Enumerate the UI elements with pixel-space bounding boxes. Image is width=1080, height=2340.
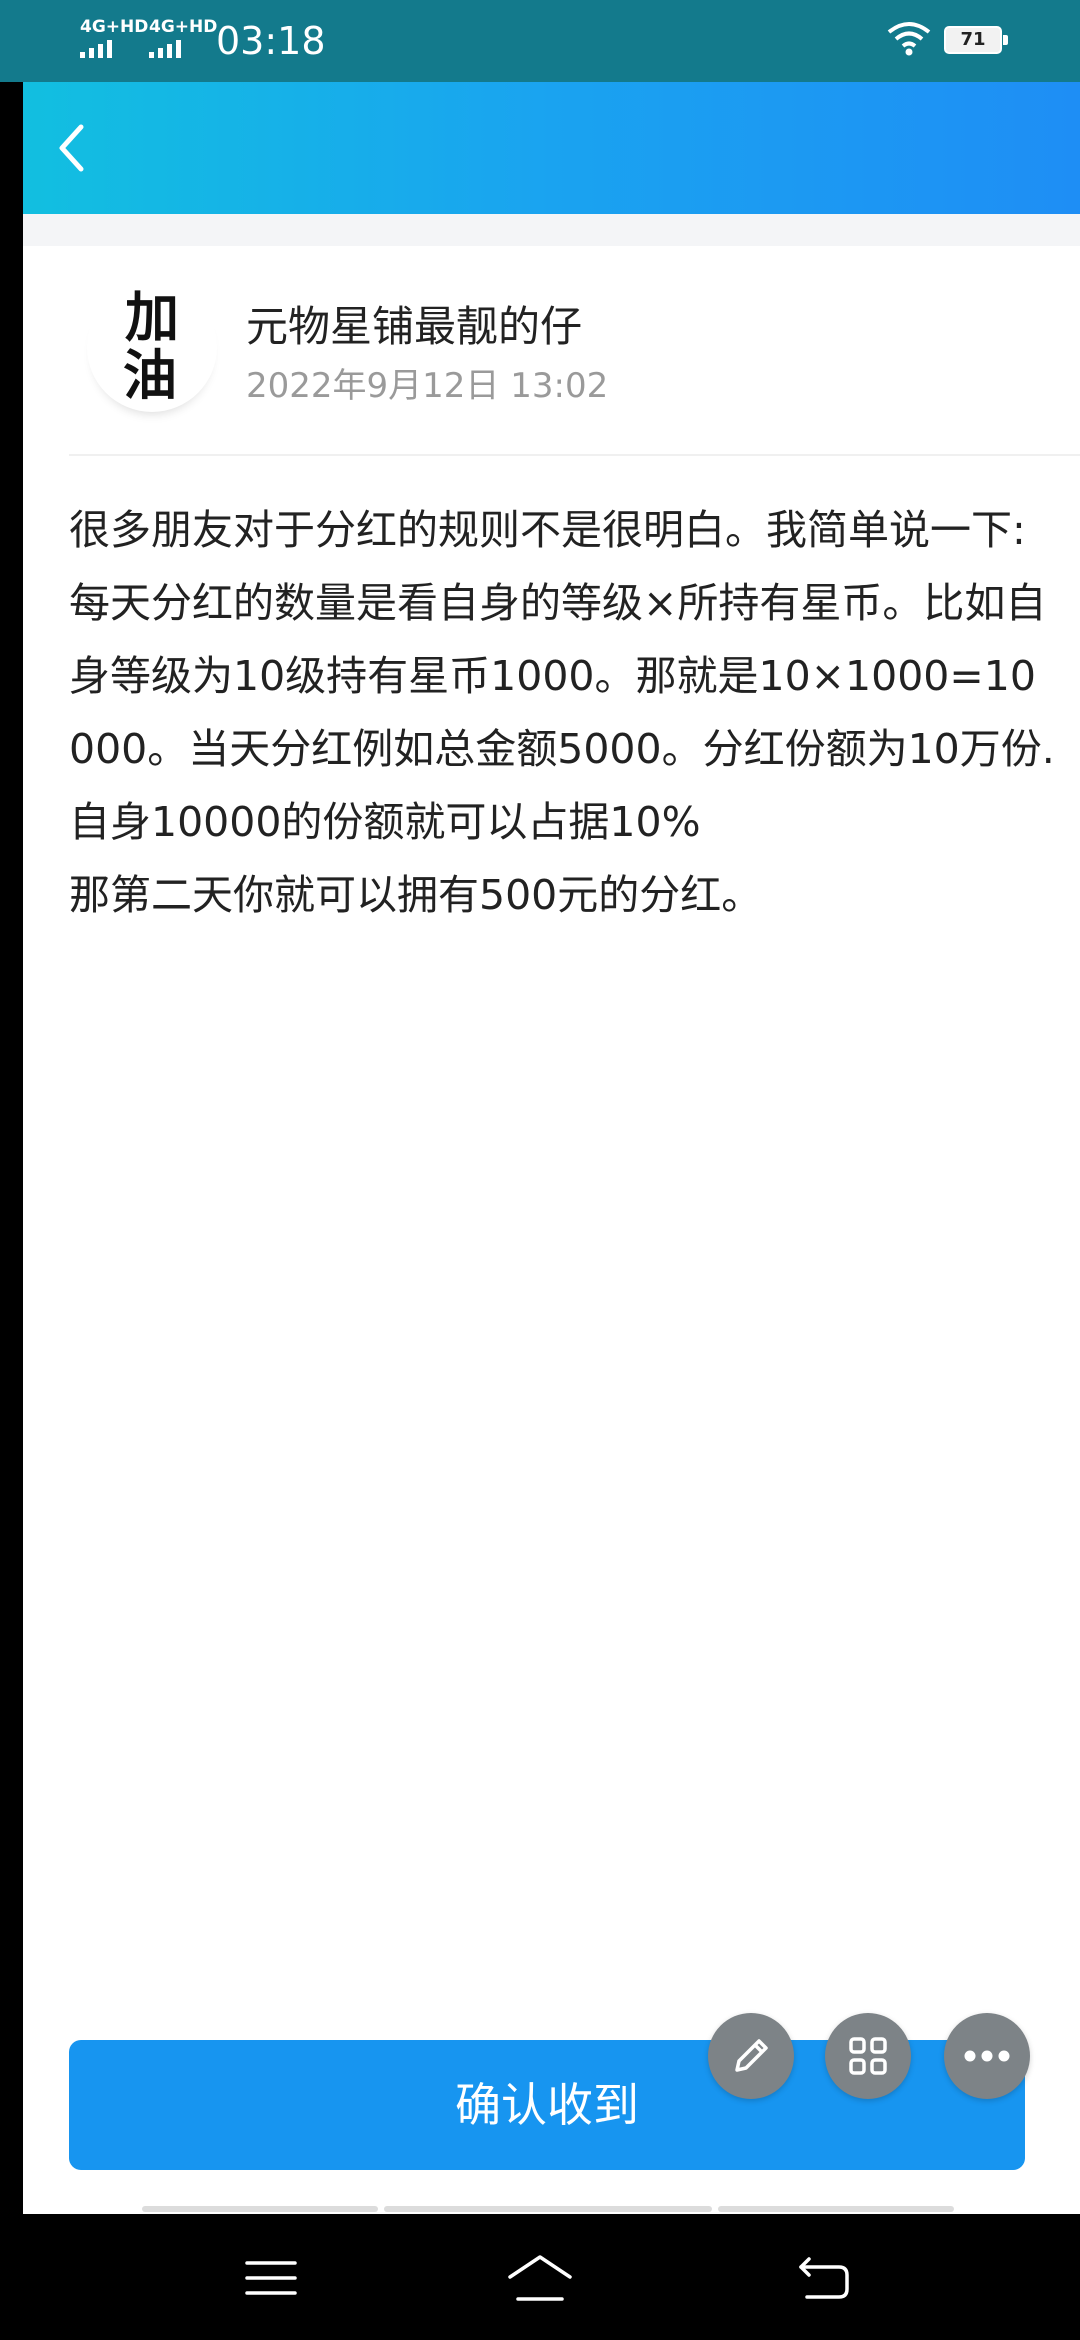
network-type-label: 4G+HD (80, 17, 149, 37)
edit-button[interactable] (708, 2013, 794, 2099)
app-header (23, 82, 1080, 214)
signal-indicator-1: 4G+HD (80, 18, 148, 58)
pencil-icon (735, 2039, 768, 2072)
wifi-icon (887, 22, 931, 56)
avatar-char: 油 (123, 343, 177, 407)
back-button[interactable] (43, 120, 99, 176)
clock: 03:18 (216, 19, 326, 63)
divider (69, 454, 1080, 456)
menu-icon (245, 2261, 297, 2295)
home-button[interactable] (505, 2248, 575, 2308)
status-bar: 4G+HD 4G+HD 03:18 71 (0, 0, 1080, 82)
post-body: 很多朋友对于分红的规则不是很明白。我简单说一下:每天分红的数量是看自身的等级×所… (69, 506, 1055, 919)
battery-icon: 71 (944, 26, 1008, 54)
bottom-tab-hint (718, 2206, 954, 2212)
signal-indicator-2: 4G+HD (149, 18, 217, 58)
top-spacer (23, 214, 1080, 246)
signal-bars-icon (149, 40, 217, 58)
grid-icon (849, 2037, 887, 2075)
bottom-tab-hint (142, 2206, 378, 2212)
post-card: 加 油 元物星铺最靓的仔 2022年9月12日 13:02 很多朋友对于分红的规… (23, 214, 1080, 2214)
signal-bars-icon (80, 40, 148, 58)
apps-button[interactable] (825, 2013, 911, 2099)
network-type-label: 4G+HD (149, 17, 218, 37)
battery-level: 71 (960, 29, 986, 50)
back-icon (799, 2257, 849, 2299)
chevron-left-icon (59, 124, 84, 172)
home-icon (508, 2255, 572, 2301)
menu-button[interactable] (236, 2248, 306, 2308)
avatar-char: 加 (125, 285, 179, 349)
more-button[interactable] (944, 2013, 1030, 2099)
system-nav-bar (0, 2214, 1080, 2340)
nav-back-button[interactable] (790, 2248, 860, 2308)
author-name[interactable]: 元物星铺最靓的仔 (246, 300, 582, 354)
bottom-tab-hint (384, 2206, 712, 2212)
post-date: 2022年9月12日 13:02 (246, 366, 609, 406)
avatar[interactable]: 加 油 (87, 282, 217, 412)
more-icon (964, 2050, 1010, 2062)
